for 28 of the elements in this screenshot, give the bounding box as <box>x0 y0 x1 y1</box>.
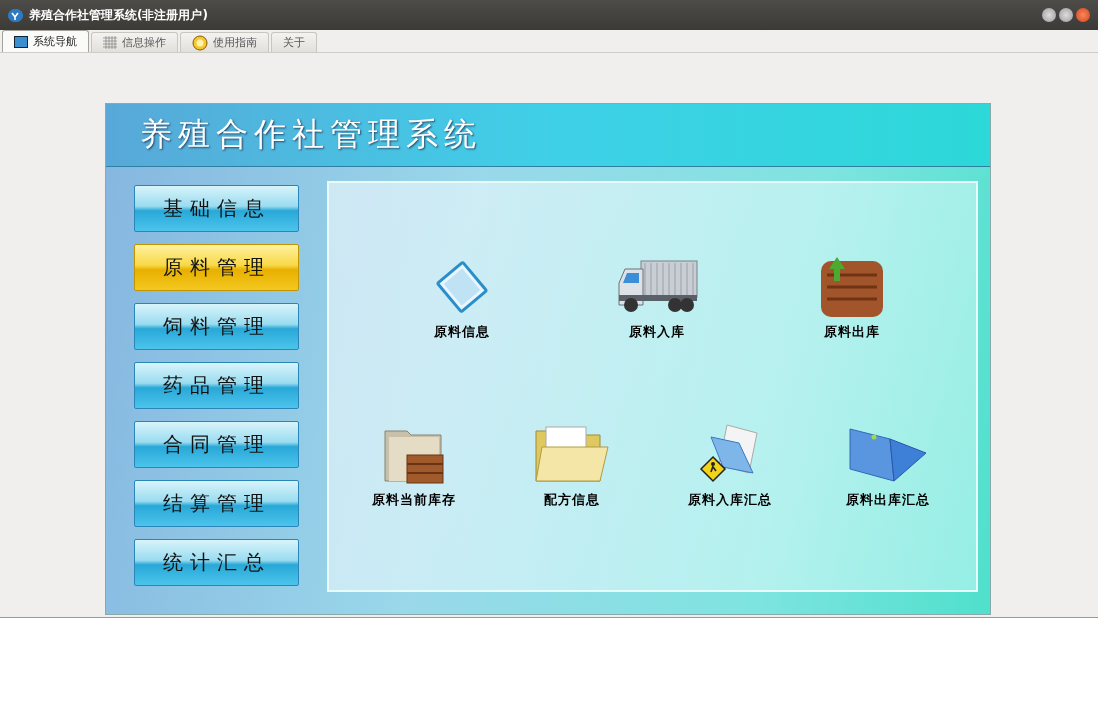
maximize-button[interactable] <box>1059 8 1073 22</box>
app-logo-icon <box>8 8 23 22</box>
tab[interactable]: 信息操作 <box>91 32 178 52</box>
tab[interactable]: 使用指南 <box>180 32 269 52</box>
banner-title: 养殖合作社管理系统 <box>140 114 482 155</box>
grid-icon <box>103 36 117 49</box>
help-icon <box>192 34 208 51</box>
menu-button[interactable]: 结算管理 <box>134 480 299 527</box>
feature-item[interactable]: 原料出库汇总 <box>823 423 953 509</box>
menu-button[interactable]: 合同管理 <box>134 421 299 468</box>
feature-item[interactable]: 原料当前库存 <box>349 423 479 509</box>
feature-item[interactable]: 原料入库汇总 <box>665 423 795 509</box>
minimize-button[interactable] <box>1042 8 1056 22</box>
crate-icon <box>819 255 885 319</box>
feature-item[interactable]: 配方信息 <box>507 423 637 509</box>
feature-item[interactable]: 原料入库 <box>592 255 722 341</box>
window-title: 养殖合作社管理系统(非注册用户) <box>29 6 209 24</box>
menu-button[interactable]: 统计汇总 <box>134 539 299 586</box>
menu-button[interactable]: 基础信息 <box>134 185 299 232</box>
tab[interactable]: 关于 <box>271 32 317 52</box>
menu-button[interactable]: 饲料管理 <box>134 303 299 350</box>
close-button[interactable] <box>1076 8 1090 22</box>
menu-button[interactable]: 药品管理 <box>134 362 299 409</box>
tab[interactable]: 系统导航 <box>2 30 89 52</box>
feature-item[interactable]: 原料出库 <box>787 255 917 341</box>
menu-button[interactable]: 原料管理 <box>134 244 299 291</box>
feature-item[interactable]: 原料信息 <box>397 255 527 341</box>
monitor-icon <box>14 35 28 48</box>
